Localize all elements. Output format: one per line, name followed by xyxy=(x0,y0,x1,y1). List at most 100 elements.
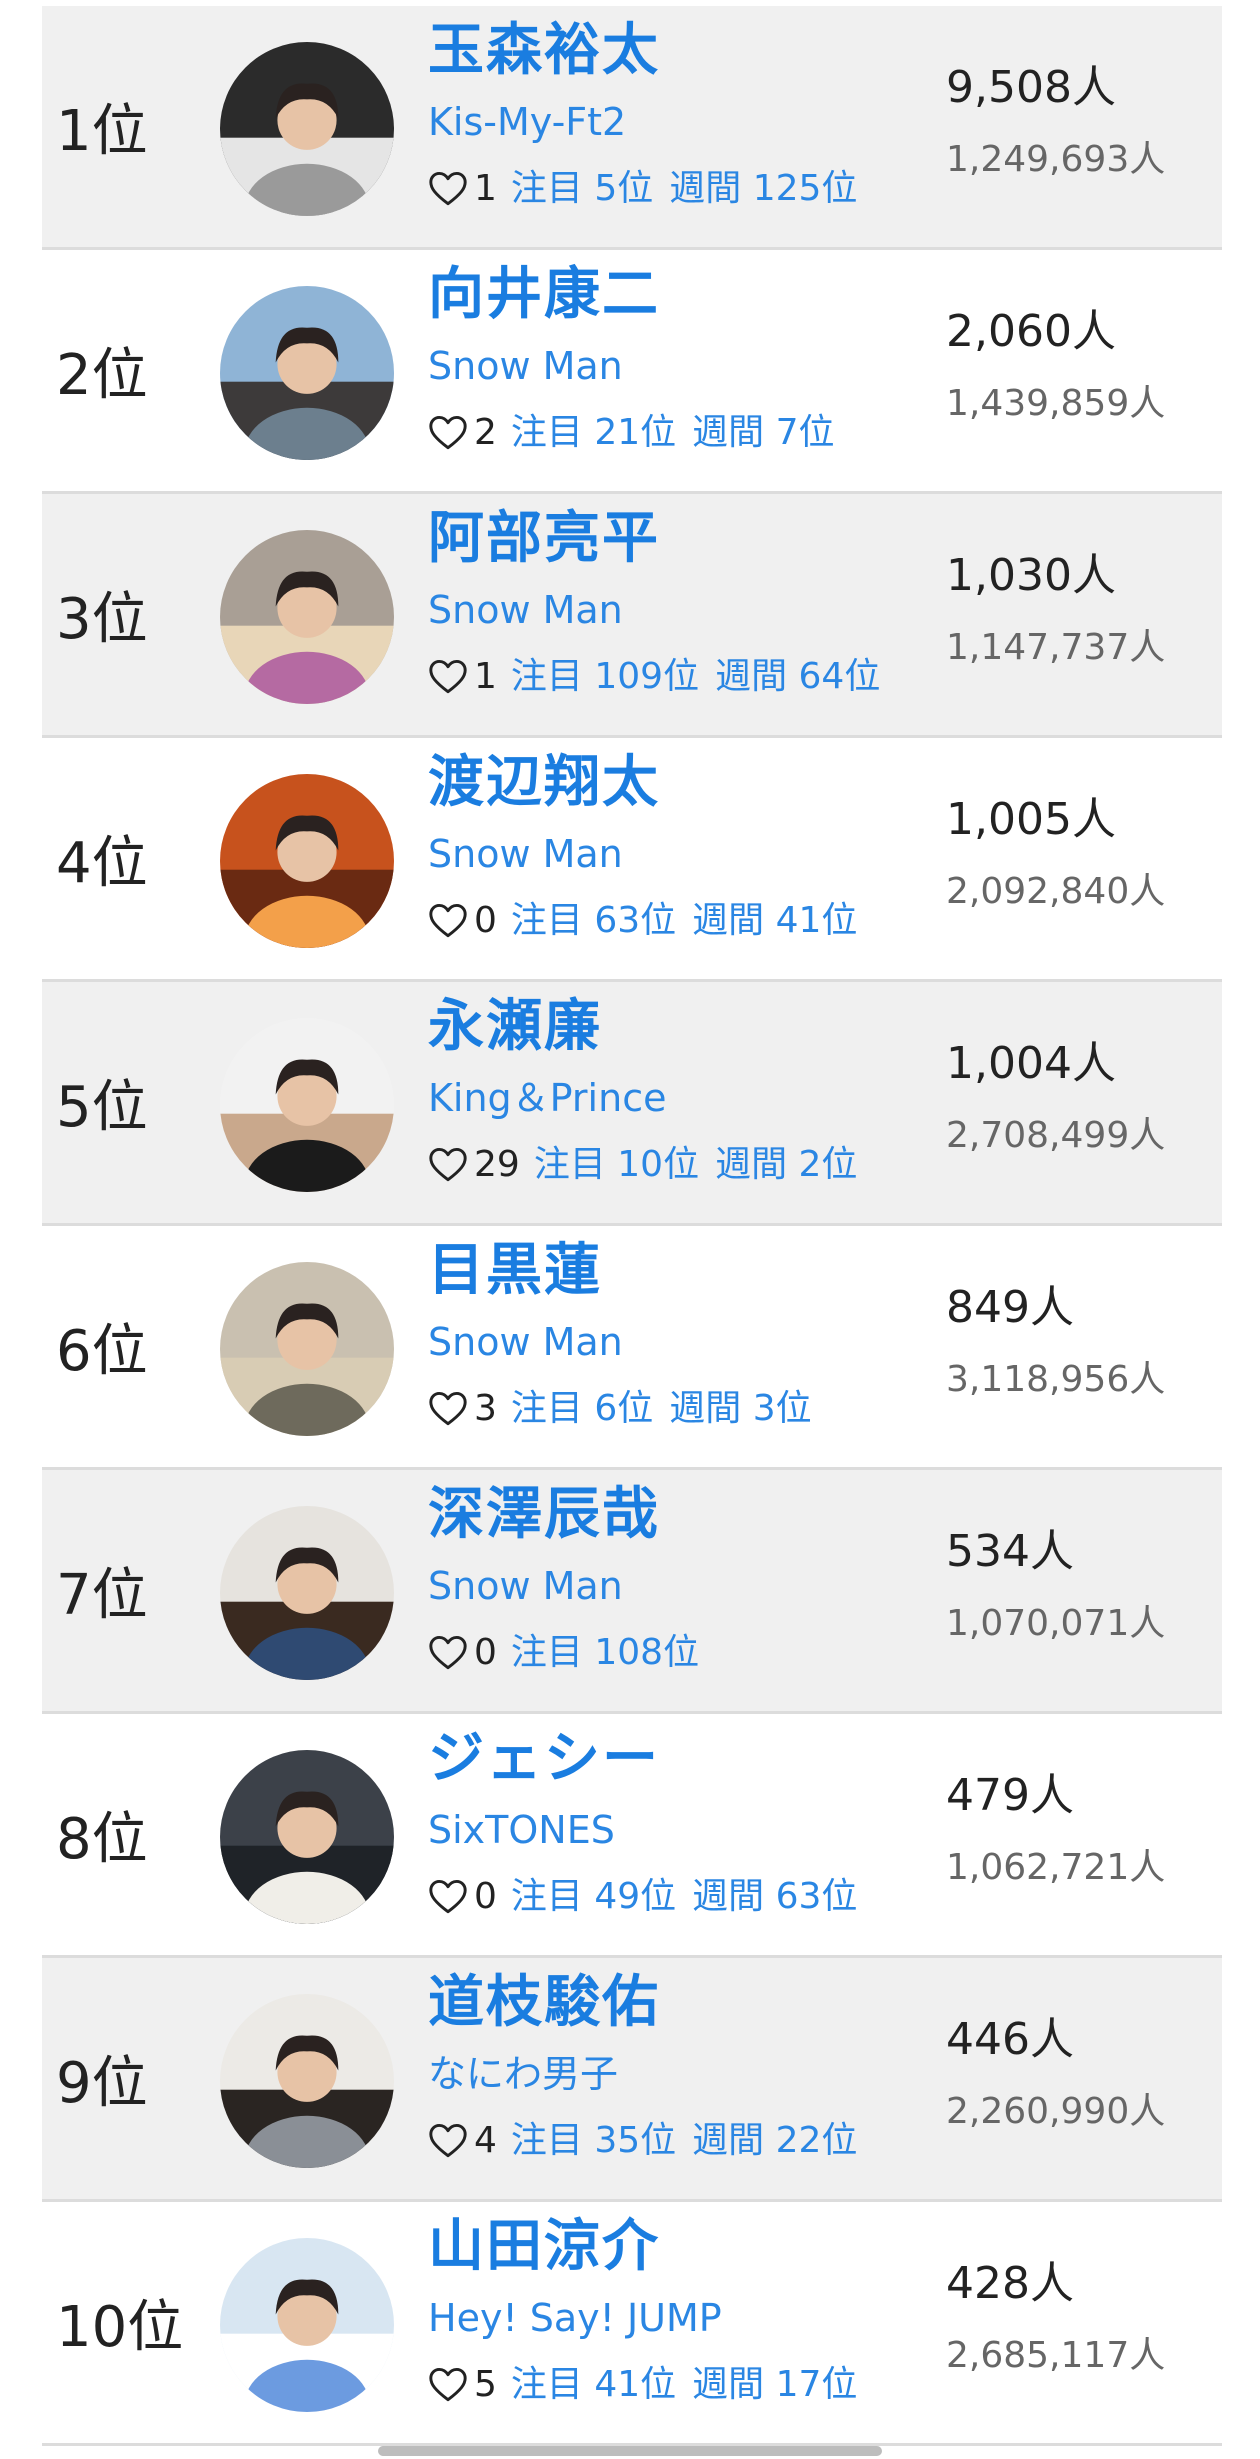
avatar[interactable] xyxy=(220,1750,394,1924)
like-count: 1 xyxy=(474,168,497,209)
group-name[interactable]: Hey! Say! JUMP xyxy=(428,2288,857,2348)
avatar[interactable] xyxy=(220,1994,394,2168)
heart-icon[interactable] xyxy=(428,1879,468,1915)
ranking-row[interactable]: 2位 向井康二 Snow Man 2 注目 21位 週間 7位 2,060人 1… xyxy=(42,250,1222,494)
group-name[interactable]: SixTONES xyxy=(428,1800,857,1860)
avatar[interactable] xyxy=(220,530,394,704)
heart-icon[interactable] xyxy=(428,903,468,939)
scroll-indicator[interactable] xyxy=(378,2446,882,2456)
heart-icon[interactable] xyxy=(428,659,468,695)
ranking-row[interactable]: 5位 永瀬廉 King＆Prince 29 注目 10位 週間 2位 1,004… xyxy=(42,982,1222,1226)
rank-label: 3位 xyxy=(56,587,148,652)
weekly-rank-link[interactable]: 週間 41位 xyxy=(692,892,857,950)
like-count: 29 xyxy=(474,1144,520,1185)
weekly-rank-link[interactable]: 週間 64位 xyxy=(715,648,880,706)
total-count: 2,260,990人 xyxy=(946,2091,1166,2132)
group-name[interactable]: Snow Man xyxy=(428,1556,715,1616)
fan-stats: 1,030人 1,147,737人 xyxy=(946,546,1165,676)
attention-rank-link[interactable]: 注目 5位 xyxy=(511,160,653,218)
avatar[interactable] xyxy=(220,286,394,460)
group-name[interactable]: Snow Man xyxy=(428,580,880,640)
attention-rank-link[interactable]: 注目 41位 xyxy=(511,2356,676,2414)
heart-icon[interactable] xyxy=(428,171,468,207)
group-name[interactable]: Snow Man xyxy=(428,336,835,396)
like-count: 2 xyxy=(474,412,497,453)
heart-icon[interactable] xyxy=(428,2367,468,2403)
attention-rank-link[interactable]: 注目 49位 xyxy=(511,1868,676,1926)
ranking-row[interactable]: 8位 ジェシー SixTONES 0 注目 49位 週間 63位 479人 1,… xyxy=(42,1714,1222,1958)
avatar[interactable] xyxy=(220,1262,394,1436)
weekly-rank-link[interactable]: 週間 7位 xyxy=(692,404,834,462)
ranking-row[interactable]: 6位 目黒蓮 Snow Man 3 注目 6位 週間 3位 849人 3,118… xyxy=(42,1226,1222,1470)
weekly-rank-link[interactable]: 週間 125位 xyxy=(669,160,857,218)
fan-count: 479人 xyxy=(946,1770,1074,1821)
member-name[interactable]: 目黒蓮 xyxy=(428,1236,812,1306)
like-count: 0 xyxy=(474,1876,497,1917)
like-count: 3 xyxy=(474,1388,497,1429)
ranking-row[interactable]: 4位 渡辺翔太 Snow Man 0 注目 63位 週間 41位 1,005人 … xyxy=(42,738,1222,982)
rank-label: 5位 xyxy=(56,1075,148,1140)
avatar[interactable] xyxy=(220,1506,394,1680)
rank-label: 6位 xyxy=(56,1319,148,1384)
avatar-photo xyxy=(220,42,394,216)
member-name[interactable]: 阿部亮平 xyxy=(428,504,880,574)
fan-stats: 2,060人 1,439,859人 xyxy=(946,302,1165,432)
weekly-rank-link[interactable]: 週間 3位 xyxy=(669,1380,811,1438)
heart-icon[interactable] xyxy=(428,2123,468,2159)
avatar[interactable] xyxy=(220,1018,394,1192)
weekly-rank-link[interactable]: 週間 63位 xyxy=(692,1868,857,1926)
total-count: 2,708,499人 xyxy=(946,1115,1166,1156)
member-name[interactable]: 永瀬廉 xyxy=(428,992,857,1062)
attention-rank-link[interactable]: 注目 108位 xyxy=(511,1624,699,1682)
weekly-rank-link[interactable]: 週間 2位 xyxy=(715,1136,857,1194)
weekly-rank-link[interactable]: 週間 17位 xyxy=(692,2356,857,2414)
member-info: 目黒蓮 Snow Man 3 注目 6位 週間 3位 xyxy=(428,1236,812,1438)
member-info: 玉森裕太 Kis-My-Ft2 1 注目 5位 週間 125位 xyxy=(428,16,857,218)
attention-rank-link[interactable]: 注目 21位 xyxy=(511,404,676,462)
member-name[interactable]: 道枝駿佑 xyxy=(428,1968,857,2038)
avatar[interactable] xyxy=(220,774,394,948)
avatar-photo xyxy=(220,1506,394,1680)
ranking-row[interactable]: 7位 深澤辰哉 Snow Man 0 注目 108位 534人 1,070,07… xyxy=(42,1470,1222,1714)
group-name[interactable]: なにわ男子 xyxy=(428,2044,857,2104)
weekly-rank-link[interactable]: 週間 22位 xyxy=(692,2112,857,2170)
group-name[interactable]: Snow Man xyxy=(428,824,857,884)
stats-line: 0 注目 49位 週間 63位 xyxy=(428,1868,857,1926)
heart-icon[interactable] xyxy=(428,1147,468,1183)
member-name[interactable]: 山田涼介 xyxy=(428,2212,857,2282)
group-name[interactable]: King＆Prince xyxy=(428,1068,857,1128)
heart-icon[interactable] xyxy=(428,1635,468,1671)
total-count: 2,092,840人 xyxy=(946,871,1166,912)
ranking-row[interactable]: 9位 道枝駿佑 なにわ男子 4 注目 35位 週間 22位 446人 2,260… xyxy=(42,1958,1222,2202)
like-count: 0 xyxy=(474,900,497,941)
attention-rank-link[interactable]: 注目 63位 xyxy=(511,892,676,950)
member-name[interactable]: 渡辺翔太 xyxy=(428,748,857,818)
fan-count: 1,004人 xyxy=(946,1038,1116,1089)
member-name[interactable]: 向井康二 xyxy=(428,260,835,330)
group-name[interactable]: Snow Man xyxy=(428,1312,812,1372)
group-name[interactable]: Kis-My-Ft2 xyxy=(428,92,857,152)
member-info: 渡辺翔太 Snow Man 0 注目 63位 週間 41位 xyxy=(428,748,857,950)
member-name[interactable]: ジェシー xyxy=(428,1724,857,1794)
fan-count: 9,508人 xyxy=(946,62,1116,113)
ranking-row[interactable]: 1位 玉森裕太 Kis-My-Ft2 1 注目 5位 週間 125位 9,508… xyxy=(42,6,1222,250)
member-info: 阿部亮平 Snow Man 1 注目 109位 週間 64位 xyxy=(428,504,880,706)
member-name[interactable]: 玉森裕太 xyxy=(428,16,857,86)
rank-label: 10位 xyxy=(56,2295,184,2360)
ranking-row[interactable]: 3位 阿部亮平 Snow Man 1 注目 109位 週間 64位 1,030人… xyxy=(42,494,1222,738)
attention-rank-link[interactable]: 注目 109位 xyxy=(511,648,699,706)
attention-rank-link[interactable]: 注目 10位 xyxy=(534,1136,699,1194)
ranking-row[interactable]: 10位 山田涼介 Hey! Say! JUMP 5 注目 41位 週間 17位 xyxy=(42,2202,1222,2446)
heart-icon[interactable] xyxy=(428,1391,468,1427)
avatar[interactable] xyxy=(220,42,394,216)
attention-rank-link[interactable]: 注目 6位 xyxy=(511,1380,653,1438)
avatar[interactable] xyxy=(220,2238,394,2412)
total-count: 1,062,721人 xyxy=(946,1847,1166,1888)
fan-count: 849人 xyxy=(946,1282,1074,1333)
fan-count: 1,030人 xyxy=(946,550,1116,601)
like-count: 1 xyxy=(474,656,497,697)
stats-line: 1 注目 109位 週間 64位 xyxy=(428,648,880,706)
attention-rank-link[interactable]: 注目 35位 xyxy=(511,2112,676,2170)
heart-icon[interactable] xyxy=(428,415,468,451)
member-name[interactable]: 深澤辰哉 xyxy=(428,1480,715,1550)
